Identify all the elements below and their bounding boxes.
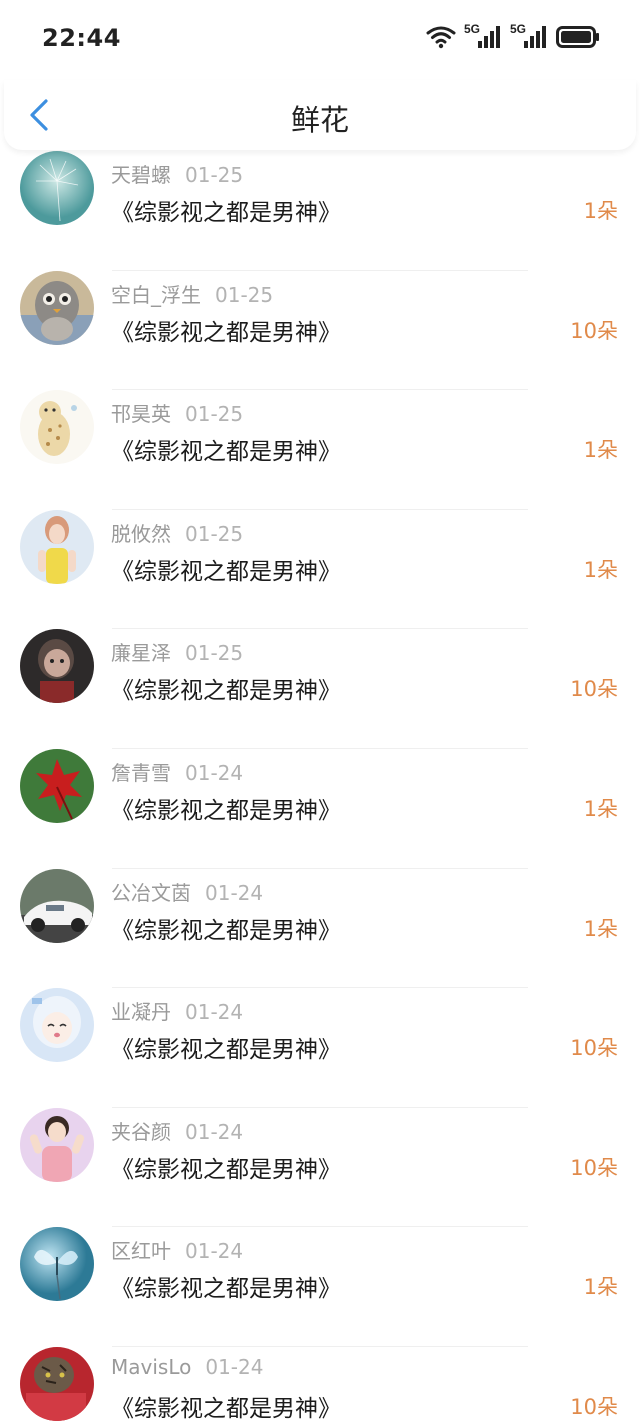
gift-date: 01-25 xyxy=(185,641,244,666)
book-title: 《综影视之都是男神》 xyxy=(111,558,341,585)
gift-date: 01-24 xyxy=(205,880,264,905)
list-item[interactable]: 天碧螺 01-25 《综影视之都是男神》 1朵 xyxy=(0,151,640,271)
user-avatar[interactable] xyxy=(20,390,94,465)
book-title: 《综影视之都是男神》 xyxy=(111,678,341,705)
user-avatar[interactable] xyxy=(20,988,94,1063)
battery-icon xyxy=(556,26,599,48)
nav-header: 鲜花 xyxy=(4,80,636,150)
book-title: 《综影视之都是男神》 xyxy=(111,1395,341,1421)
book-title: 《综影视之都是男神》 xyxy=(111,1037,341,1064)
user-avatar[interactable] xyxy=(20,270,94,345)
list-item[interactable]: 公冶文茵 01-24 《综影视之都是男神》 1朵 xyxy=(0,868,640,989)
gift-date: 01-24 xyxy=(185,1239,244,1264)
flower-gift-list[interactable]: 天碧螺 01-25 《综影视之都是男神》 1朵 空白_浮生 01-25 《综影视之都… xyxy=(0,151,640,1421)
user-name: 空白_浮生 xyxy=(111,282,201,307)
user-avatar[interactable] xyxy=(20,868,94,943)
list-item[interactable]: MavisLo 01-24 《综影视之都是男神》 10朵 xyxy=(0,1346,640,1421)
page-title: 鲜花 xyxy=(290,103,349,137)
flower-count: 10朵 xyxy=(570,1155,618,1180)
user-name: 业凝丹 xyxy=(111,1000,171,1025)
list-item[interactable]: 区红叶 01-24 《综影视之都是男神》 1朵 xyxy=(0,1227,640,1347)
list-item[interactable]: 脱攸然 01-25 《综影视之都是男神》 1朵 xyxy=(0,509,640,630)
user-avatar[interactable] xyxy=(20,1107,94,1182)
wifi-icon xyxy=(426,26,456,49)
user-name: 詹青雪 xyxy=(111,760,171,785)
gift-date: 01-24 xyxy=(185,760,244,785)
flower-count: 10朵 xyxy=(570,1036,618,1061)
user-avatar[interactable] xyxy=(20,748,94,823)
flower-count: 10朵 xyxy=(570,318,618,343)
user-avatar[interactable] xyxy=(20,1227,94,1302)
flower-count: 1朵 xyxy=(583,796,618,821)
status-bar: 22:44 5G 5G xyxy=(0,0,640,80)
user-name: 区红叶 xyxy=(111,1239,171,1264)
gift-date: 01-24 xyxy=(205,1354,264,1379)
book-title: 《综影视之都是男神》 xyxy=(111,1156,341,1183)
user-name: 脱攸然 xyxy=(111,521,171,546)
list-item[interactable]: 夹谷颜 01-24 《综影视之都是男神》 10朵 xyxy=(0,1107,640,1228)
gift-date: 01-25 xyxy=(185,402,244,427)
user-name: 夹谷颜 xyxy=(111,1119,171,1144)
list-item[interactable]: 空白_浮生 01-25 《综影视之都是男神》 10朵 xyxy=(0,270,640,391)
book-title: 《综影视之都是男神》 xyxy=(111,319,341,346)
user-name: 廉星泽 xyxy=(111,641,171,666)
user-avatar[interactable] xyxy=(20,629,94,704)
flower-count: 1朵 xyxy=(583,199,618,223)
book-title: 《综影视之都是男神》 xyxy=(111,200,341,226)
user-name: 邗昊英 xyxy=(111,402,171,427)
status-time: 22:44 xyxy=(42,24,121,52)
list-item[interactable]: 詹青雪 01-24 《综影视之都是男神》 1朵 xyxy=(0,748,640,869)
list-item[interactable]: 廉星泽 01-25 《综影视之都是男神》 10朵 xyxy=(0,629,640,749)
flower-count: 10朵 xyxy=(570,677,618,702)
book-title: 《综影视之都是男神》 xyxy=(111,1276,341,1303)
gift-date: 01-25 xyxy=(185,521,244,546)
book-title: 《综影视之都是男神》 xyxy=(111,439,341,466)
list-item[interactable]: 业凝丹 01-24 《综影视之都是男神》 10朵 xyxy=(0,988,640,1108)
gift-date: 01-24 xyxy=(185,1119,244,1144)
user-name: 天碧螺 xyxy=(111,163,171,187)
user-avatar[interactable] xyxy=(20,1346,94,1421)
user-name: 公冶文茵 xyxy=(111,880,191,905)
flower-count: 10朵 xyxy=(570,1394,618,1419)
user-avatar[interactable] xyxy=(20,151,94,225)
book-title: 《综影视之都是男神》 xyxy=(111,797,341,824)
flower-count: 1朵 xyxy=(583,916,618,941)
user-name: MavisLo xyxy=(111,1354,192,1379)
user-avatar[interactable] xyxy=(20,509,94,584)
gift-date: 01-25 xyxy=(185,163,244,187)
signal-1-icon: 5G xyxy=(464,22,502,50)
gift-date: 01-24 xyxy=(185,1000,244,1025)
flower-count: 1朵 xyxy=(583,1275,618,1300)
flower-count: 1朵 xyxy=(583,438,618,463)
book-title: 《综影视之都是男神》 xyxy=(111,917,341,944)
status-icons: 5G 5G xyxy=(426,22,600,50)
flower-count: 1朵 xyxy=(583,557,618,582)
list-item[interactable]: 邗昊英 01-25 《综影视之都是男神》 1朵 xyxy=(0,390,640,510)
signal-2-icon: 5G xyxy=(510,22,548,50)
gift-date: 01-25 xyxy=(215,282,274,307)
